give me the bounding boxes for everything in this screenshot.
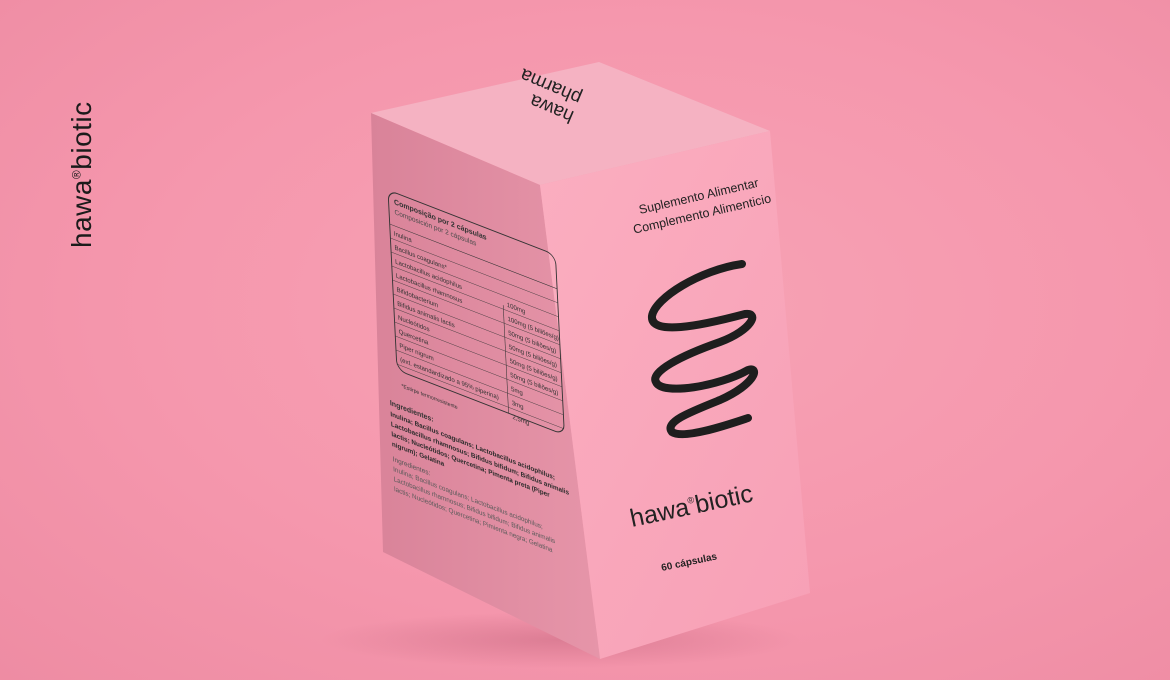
product-box-scene: hawa pharma Suplemento Alimentar Complem… [320, 62, 810, 668]
